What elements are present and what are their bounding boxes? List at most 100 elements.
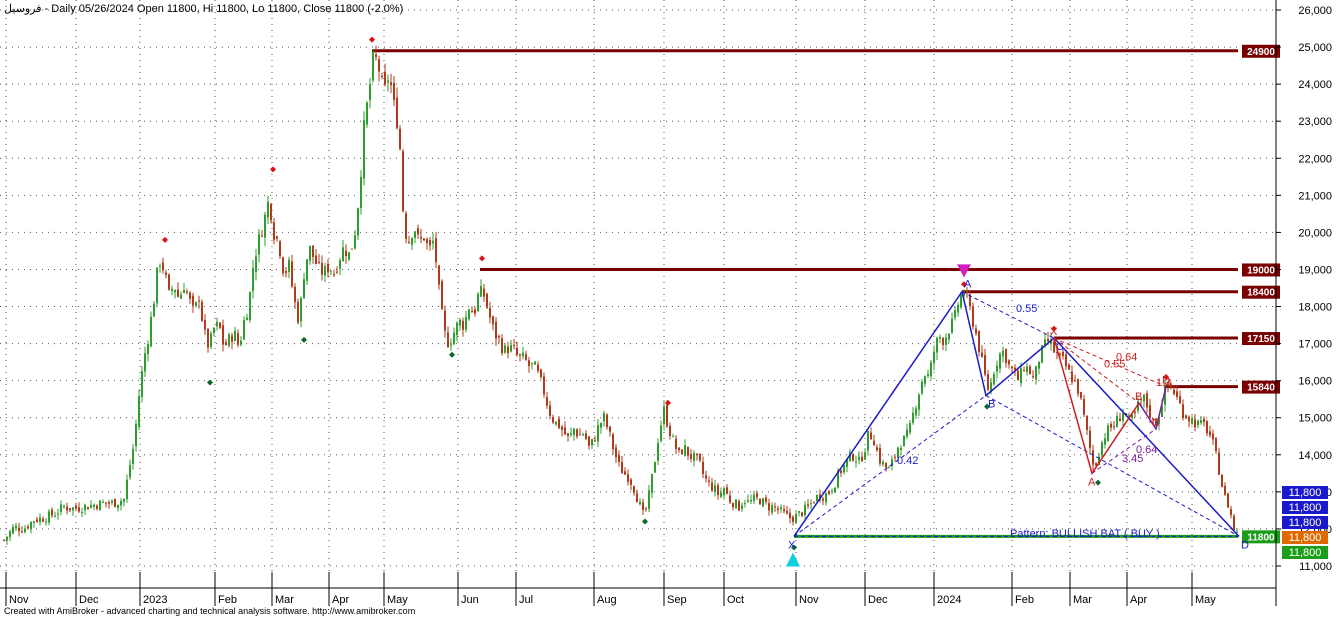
candle-body xyxy=(723,488,725,495)
candle-body xyxy=(429,240,431,246)
candle-body xyxy=(1047,339,1049,342)
resistance-tag-label: 17150 xyxy=(1247,334,1275,345)
candle-body xyxy=(582,434,584,436)
candle-body xyxy=(675,438,677,450)
candle-body xyxy=(729,495,731,503)
candle-body xyxy=(294,286,296,302)
candle-body xyxy=(1209,431,1211,436)
candle-body xyxy=(1173,389,1175,395)
candle-body xyxy=(831,491,833,493)
candle-body xyxy=(798,511,800,513)
candle-body xyxy=(987,374,989,390)
x-tick-label: Feb xyxy=(1015,594,1034,606)
candle-body xyxy=(381,75,383,77)
candle-body xyxy=(627,474,629,482)
trough-marker xyxy=(1095,479,1101,486)
candle-body xyxy=(159,265,161,267)
candle-body xyxy=(567,433,569,437)
candle-body xyxy=(141,371,143,397)
candle-body xyxy=(1119,418,1121,422)
candle-body xyxy=(618,455,620,463)
candle-body xyxy=(894,456,896,458)
candle-body xyxy=(816,494,818,502)
candle-body xyxy=(966,291,968,294)
y-tick-label: 23,000 xyxy=(1298,116,1332,128)
candle-body xyxy=(834,487,836,493)
quote-info: - Daily 05/26/2024 Open 11800, Hi 11800,… xyxy=(41,3,404,15)
candle-body xyxy=(375,54,377,57)
x-tick-label: Feb xyxy=(218,594,237,606)
candle-body xyxy=(345,250,347,257)
candle-body xyxy=(150,316,152,347)
candle-body xyxy=(1023,369,1025,371)
candle-body xyxy=(435,238,437,263)
candle-body xyxy=(336,271,338,273)
candle-body xyxy=(459,319,461,326)
candle-body xyxy=(81,511,83,514)
candle-body xyxy=(471,311,473,313)
harmonic-pattern: X A B C D 0.55 0.42 Pattern: BULLISH BAT ( BUY … xyxy=(788,279,1249,552)
candle-body xyxy=(1206,421,1208,434)
candle-body xyxy=(102,501,104,503)
candle-body xyxy=(573,428,575,435)
candle-body xyxy=(546,397,548,406)
x-tick-label: Jun xyxy=(461,594,479,606)
candle-body xyxy=(78,507,80,512)
candle-body xyxy=(657,443,659,461)
candle-body xyxy=(1203,418,1205,423)
candle-body xyxy=(66,506,68,511)
candle-body xyxy=(732,503,734,508)
candle-body xyxy=(549,405,551,416)
candle-body xyxy=(153,303,155,317)
candle-body xyxy=(1149,405,1151,418)
candle-body xyxy=(132,448,134,464)
candle-body xyxy=(585,433,587,439)
candle-body xyxy=(378,59,380,72)
footer-credit: Created with AmiBroker - advanced charti… xyxy=(4,606,416,616)
candle-body xyxy=(600,423,602,428)
candle-body xyxy=(321,263,323,275)
candle-body xyxy=(927,374,929,377)
candle-body xyxy=(783,509,785,512)
x-tick-label: 2024 xyxy=(937,594,961,606)
candle-body xyxy=(1134,411,1136,413)
candle-body xyxy=(504,345,506,353)
chart-header: فروسيل - Daily 05/26/2024 Open 11800, Hi… xyxy=(4,2,403,15)
candle-body xyxy=(930,362,932,377)
candle-body xyxy=(519,354,521,356)
candle-body xyxy=(804,504,806,516)
candle-body xyxy=(639,501,641,505)
candle-body xyxy=(309,245,311,261)
candle-body xyxy=(861,456,863,461)
candle-body xyxy=(372,52,374,81)
candle-body xyxy=(195,302,197,306)
candle-body xyxy=(669,425,671,437)
candle-body xyxy=(645,508,647,510)
candle-body xyxy=(903,435,905,447)
candle-body xyxy=(1185,415,1187,419)
candle-body xyxy=(162,262,164,271)
candle-body xyxy=(591,439,593,446)
candle-body xyxy=(48,511,50,523)
candle-body xyxy=(993,374,995,385)
price-tag-label: 11,800 xyxy=(1289,547,1322,559)
candle-body xyxy=(1143,394,1145,402)
candle-body xyxy=(918,394,920,410)
resistance-tag-label: 18400 xyxy=(1247,288,1275,299)
candle-body xyxy=(870,432,872,440)
candle-body xyxy=(408,241,410,243)
x-tick-label: 2023 xyxy=(143,594,167,606)
candle-body xyxy=(96,505,98,509)
candle-body xyxy=(495,321,497,339)
y-tick-label: 22,000 xyxy=(1298,153,1332,165)
support-tag-label: 11800 xyxy=(1247,532,1275,543)
candle-body xyxy=(330,271,332,273)
candle-body xyxy=(1224,486,1226,495)
candle-body xyxy=(735,499,737,509)
candle-body xyxy=(840,470,842,474)
candle-body xyxy=(813,502,815,504)
candle-body xyxy=(390,82,392,86)
candle-body xyxy=(684,445,686,456)
candle-body xyxy=(552,417,554,423)
candle-body xyxy=(192,295,194,306)
